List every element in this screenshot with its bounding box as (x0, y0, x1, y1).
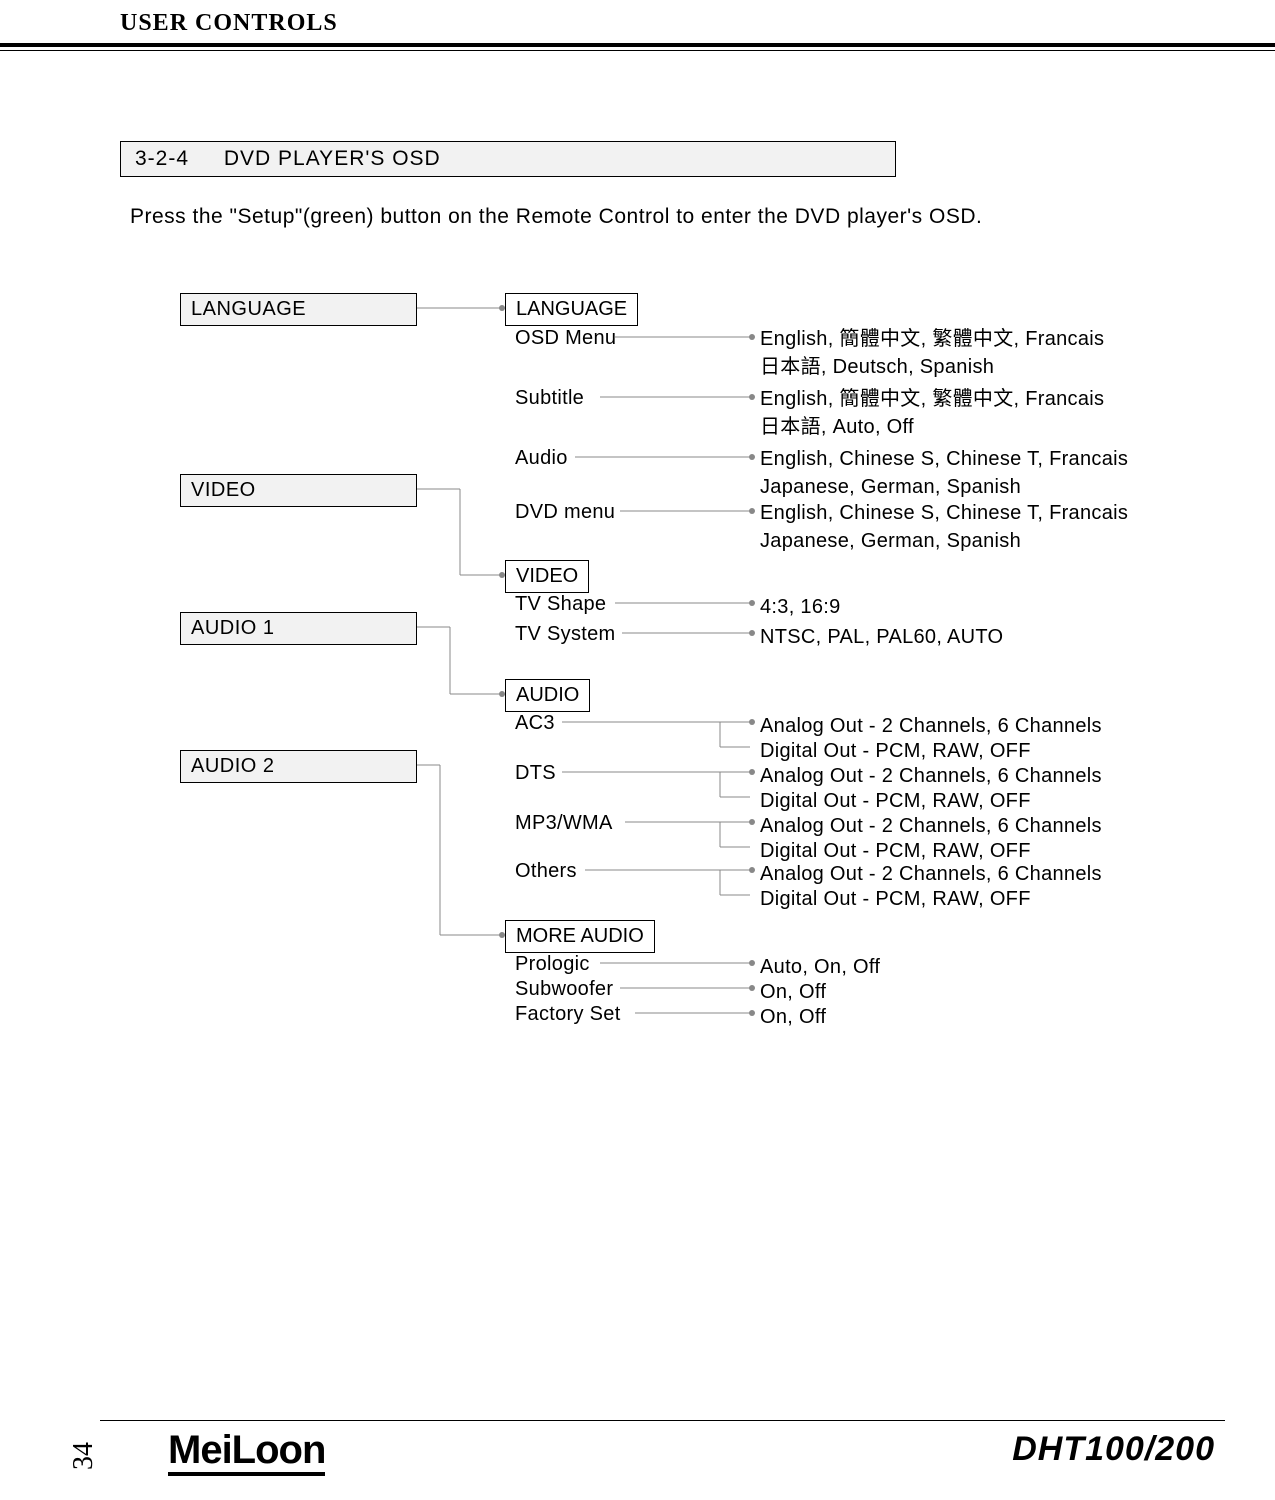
item-factory-set: Factory Set (515, 1003, 621, 1026)
tab-language: LANGUAGE (180, 293, 417, 326)
item-tv-system: TV System (515, 623, 616, 646)
item-mp3wma: MP3/WMA (515, 812, 613, 835)
value-ac3-analog: Analog Out - 2 Channels, 6 Channels (760, 712, 1102, 740)
tab-audio2: AUDIO 2 (180, 750, 417, 783)
item-ac3: AC3 (515, 712, 555, 735)
item-dvd-menu: DVD menu (515, 501, 615, 524)
value-factory: On, Off (760, 1003, 826, 1031)
item-dts: DTS (515, 762, 556, 785)
value-subtitle: English, 簡體中文, 繁體中文, Francais 日本語, Auto,… (760, 385, 1104, 441)
item-tv-shape: TV Shape (515, 593, 606, 616)
value-others-analog: Analog Out - 2 Channels, 6 Channels (760, 860, 1102, 888)
group-more-audio-header: MORE AUDIO (505, 920, 655, 953)
group-language-header: LANGUAGE (505, 293, 638, 326)
item-audio: Audio (515, 447, 568, 470)
value-dvd-menu: English, Chinese S, Chinese T, Francais … (760, 499, 1128, 555)
value-osd-menu: English, 簡體中文, 繁體中文, Francais 日本語, Deuts… (760, 325, 1104, 381)
value-dts-analog: Analog Out - 2 Channels, 6 Channels (760, 762, 1102, 790)
group-audio-header: AUDIO (505, 679, 590, 712)
value-mp3-analog: Analog Out - 2 Channels, 6 Channels (760, 812, 1102, 840)
section-title: 3-2-4 DVD PLAYER'S OSD (120, 141, 896, 177)
item-others: Others (515, 860, 577, 883)
group-video-header: VIDEO (505, 560, 589, 593)
value-audio-lang: English, Chinese S, Chinese T, Francais … (760, 445, 1128, 501)
value-prologic: Auto, On, Off (760, 953, 880, 981)
section-heading: DVD PLAYER'S OSD (224, 147, 441, 170)
value-subwoofer: On, Off (760, 978, 826, 1006)
item-osd-menu: OSD Menu (515, 327, 616, 350)
value-tv-shape: 4:3, 16:9 (760, 593, 841, 621)
item-subwoofer: Subwoofer (515, 978, 613, 1001)
item-prologic: Prologic (515, 953, 590, 976)
page-header: USER CONTROLS (0, 0, 1275, 43)
value-others-digital: Digital Out - PCM, RAW, OFF (760, 885, 1031, 913)
brand-logo: MeiLoon (168, 1428, 325, 1473)
header-rule-thin (0, 50, 1275, 51)
section-number: 3-2-4 (135, 147, 189, 171)
tab-audio1: AUDIO 1 (180, 612, 417, 645)
page-number: 34 (68, 1442, 100, 1470)
value-ac3-digital: Digital Out - PCM, RAW, OFF (760, 737, 1031, 765)
value-dts-digital: Digital Out - PCM, RAW, OFF (760, 787, 1031, 815)
section-intro: Press the "Setup"(green) button on the R… (130, 205, 1275, 229)
value-tv-system: NTSC, PAL, PAL60, AUTO (760, 623, 1003, 651)
model-number: DHT100/200 (1012, 1430, 1215, 1469)
item-subtitle: Subtitle (515, 387, 584, 410)
footer-rule (100, 1420, 1225, 1421)
tab-video: VIDEO (180, 474, 417, 507)
